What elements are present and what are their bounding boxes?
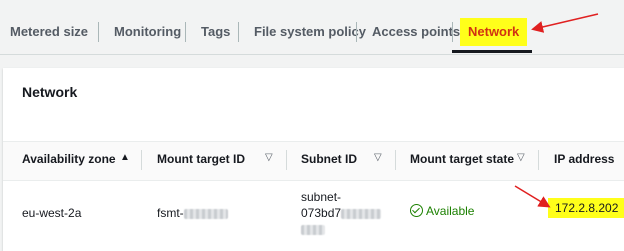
- tab-network[interactable]: Network: [460, 18, 528, 46]
- tab-file-system-policy[interactable]: File system policy: [254, 18, 366, 46]
- column-header-availability-zone[interactable]: Availability zone: [22, 152, 116, 166]
- tab-access-points[interactable]: Access points: [372, 18, 460, 46]
- status-text: Available: [426, 204, 475, 218]
- column-divider: [286, 150, 287, 170]
- column-header-subnet-id[interactable]: Subnet ID: [301, 152, 357, 166]
- cell-subnet-id-line-3: [301, 222, 325, 236]
- tab-divider: [185, 22, 186, 42]
- cell-mount-target-state: Available: [410, 204, 474, 218]
- table-header: Availability zone ▲ Mount target ID ▽ Su…: [3, 141, 624, 181]
- redacted-text: [341, 208, 382, 219]
- cell-mount-target-id: fsmt-: [157, 206, 228, 220]
- sort-icon[interactable]: ▽: [517, 152, 525, 163]
- column-header-mount-target-id[interactable]: Mount target ID: [157, 152, 245, 166]
- check-circle-icon: [410, 204, 423, 217]
- panel-title: Network: [22, 84, 78, 100]
- redacted-text: [301, 224, 325, 235]
- cell-subnet-id-line-2: 073bd7: [301, 206, 382, 220]
- subnet-id-text: 073bd7: [301, 206, 342, 220]
- tab-divider: [452, 22, 453, 42]
- tab-divider: [356, 22, 357, 42]
- sort-ascending-icon[interactable]: ▲: [120, 152, 130, 163]
- sort-icon[interactable]: ▽: [374, 152, 382, 163]
- mount-target-id-text: fsmt-: [157, 206, 184, 220]
- cell-ip-address: 172.2.8.202: [548, 198, 624, 218]
- redacted-text: [183, 208, 228, 219]
- column-divider: [141, 150, 142, 170]
- tab-bar: Metered size Monitoring Tags File system…: [0, 0, 624, 55]
- tab-divider: [238, 22, 239, 42]
- tab-tags[interactable]: Tags: [201, 18, 230, 46]
- tab-divider: [98, 22, 99, 42]
- sort-icon[interactable]: ▽: [265, 152, 273, 163]
- active-tab-indicator: [452, 50, 532, 53]
- column-header-mount-target-state[interactable]: Mount target state: [410, 152, 514, 166]
- cell-subnet-id-line-1: subnet-: [301, 190, 342, 204]
- network-panel: Network Availability zone ▲ Mount target…: [3, 68, 624, 251]
- cell-availability-zone: eu-west-2a: [22, 206, 82, 220]
- tab-monitoring[interactable]: Monitoring: [114, 18, 181, 46]
- tab-metered-size[interactable]: Metered size: [10, 18, 88, 46]
- column-divider: [395, 150, 396, 170]
- column-divider: [538, 150, 539, 170]
- column-header-ip-address[interactable]: IP address: [554, 152, 614, 166]
